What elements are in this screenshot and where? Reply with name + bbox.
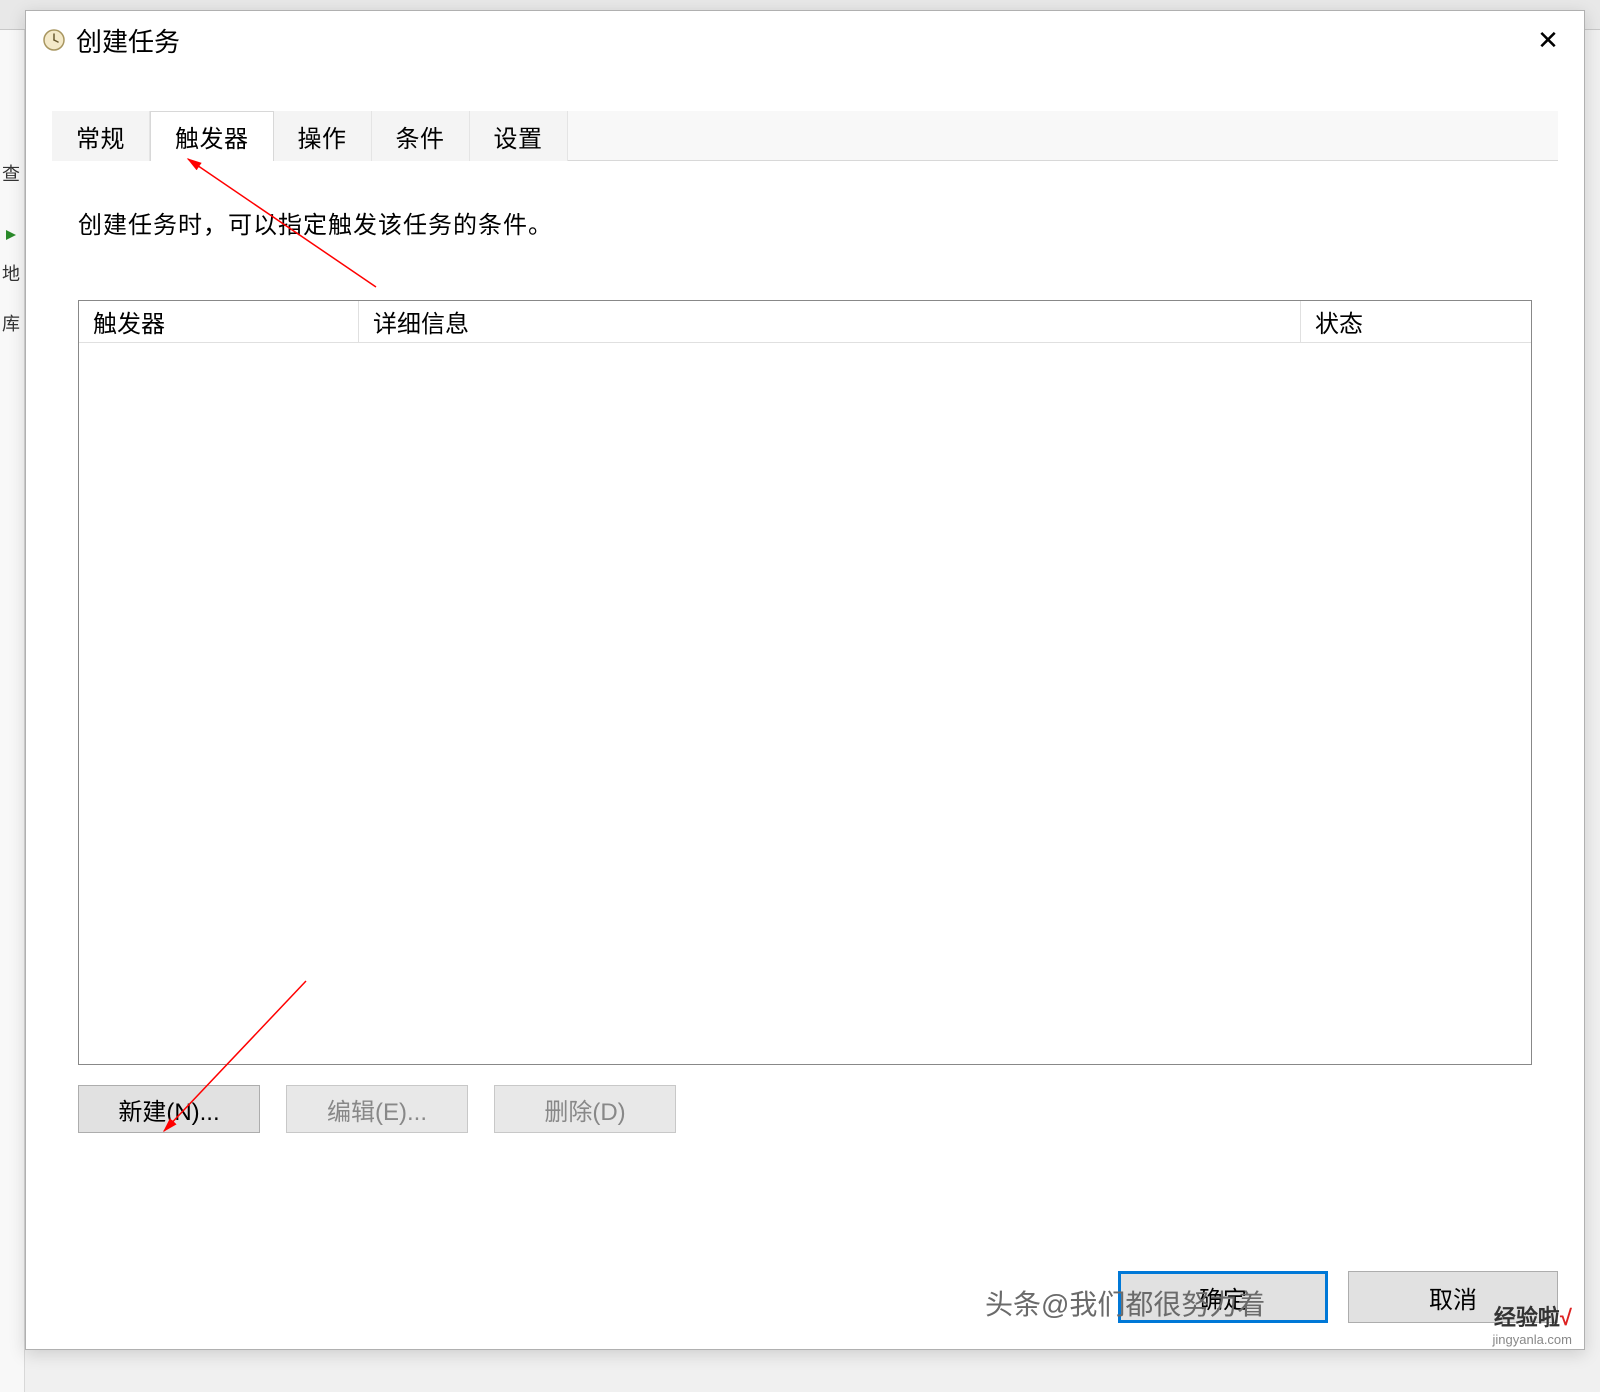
column-detail[interactable]: 详细信息 xyxy=(359,301,1301,342)
watermark-brand: 经验啦 xyxy=(1494,1305,1560,1330)
create-task-dialog: 创建任务 ✕ 常规 触发器 操作 条件 设置 创建任务时，可以指定触发该任务的条… xyxy=(25,10,1585,1350)
triggers-table: 触发器 详细信息 状态 xyxy=(78,300,1532,1065)
watermark-logo: 经验啦√ jingyanla.com xyxy=(1493,1300,1573,1347)
action-buttons: 新建(N)... 编辑(E)... 删除(D) xyxy=(78,1085,1532,1133)
close-button[interactable]: ✕ xyxy=(1528,20,1568,60)
table-header: 触发器 详细信息 状态 xyxy=(79,301,1531,343)
clock-icon xyxy=(42,28,66,52)
tab-conditions[interactable]: 条件 xyxy=(372,111,470,161)
dialog-title: 创建任务 xyxy=(76,22,1528,59)
tab-triggers[interactable]: 触发器 xyxy=(150,111,274,161)
tab-general[interactable]: 常规 xyxy=(52,111,150,161)
titlebar: 创建任务 ✕ xyxy=(26,11,1584,69)
tab-settings[interactable]: 设置 xyxy=(470,111,568,161)
delete-button: 删除(D) xyxy=(494,1085,676,1133)
column-status[interactable]: 状态 xyxy=(1301,301,1531,342)
watermark-text: 头条@我们都很努力着 xyxy=(985,1283,1265,1323)
tab-description: 创建任务时，可以指定触发该任务的条件。 xyxy=(78,205,1532,240)
new-button[interactable]: 新建(N)... xyxy=(78,1085,260,1133)
dialog-body: 常规 触发器 操作 条件 设置 创建任务时，可以指定触发该任务的条件。 触发器 … xyxy=(52,111,1558,1229)
tabs: 常规 触发器 操作 条件 设置 xyxy=(52,111,1558,161)
edit-button: 编辑(E)... xyxy=(286,1085,468,1133)
column-trigger[interactable]: 触发器 xyxy=(79,301,359,342)
tab-content: 创建任务时，可以指定触发该任务的条件。 触发器 详细信息 状态 新建(N)...… xyxy=(52,161,1558,1229)
tab-actions[interactable]: 操作 xyxy=(274,111,372,161)
watermark-domain: jingyanla.com xyxy=(1493,1332,1573,1347)
background-left-strip: 查 地 库 xyxy=(0,30,25,1392)
